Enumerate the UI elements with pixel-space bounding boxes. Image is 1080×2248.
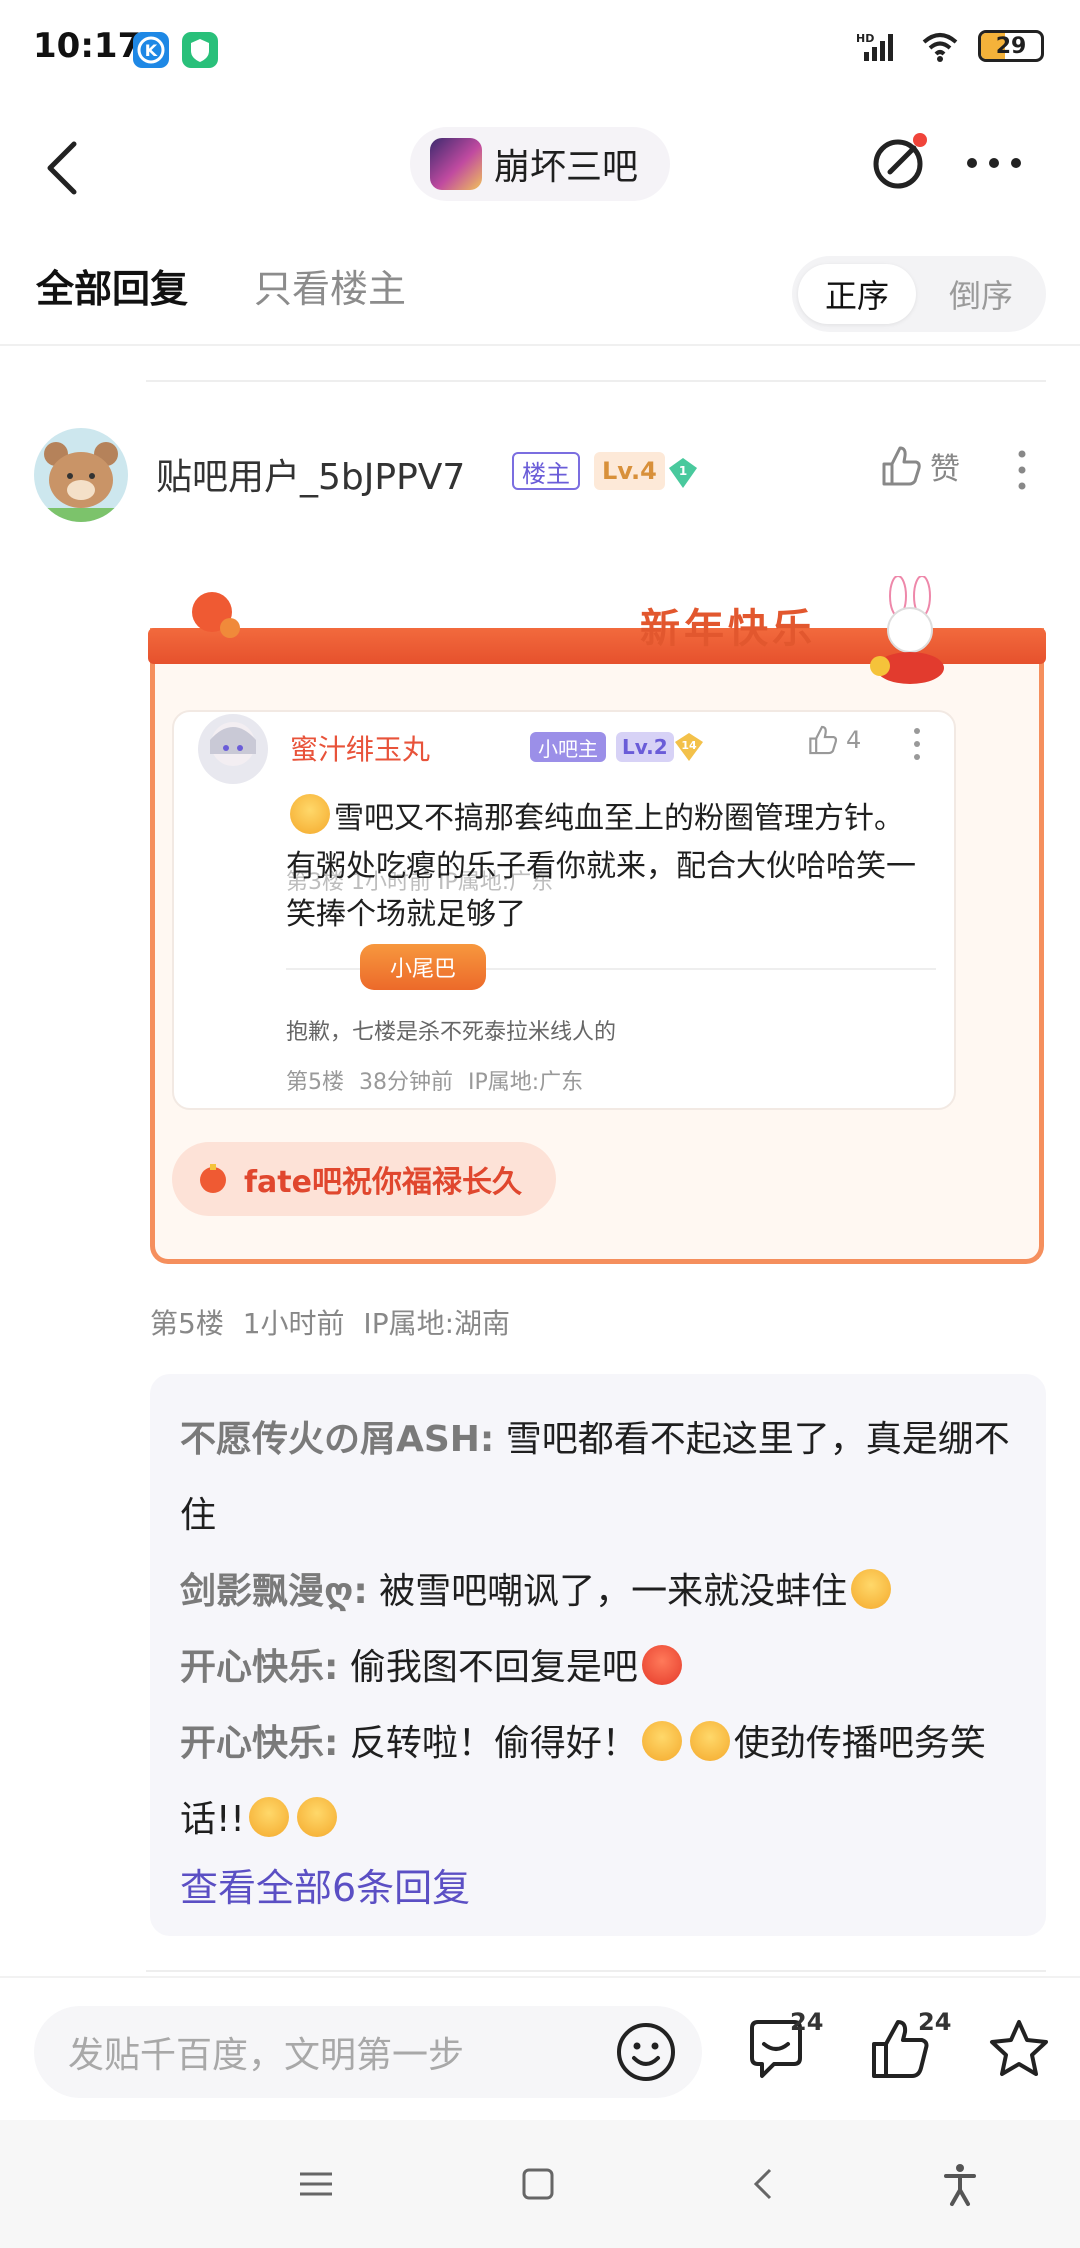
more-options-icon[interactable] [962,148,1026,178]
view-all-replies-link[interactable]: 查看全部6条回复 [180,1858,1016,1918]
compose-edit-icon[interactable] [868,130,932,194]
back-icon[interactable] [740,2160,788,2208]
svg-text:K: K [145,41,158,60]
notification-app-icon-green [182,32,218,68]
like-count: 24 [918,2008,952,2036]
quoted-level-badge: Lv.2 [616,732,674,762]
accessibility-icon[interactable] [936,2160,984,2208]
thumbs-up-icon [809,725,838,755]
quoted-gem-level: 14 [681,739,697,752]
reply-input[interactable]: 发贴千百度，文明第一步 [34,2006,702,2098]
reply-placeholder: 发贴千百度，文明第一步 [68,2035,465,2076]
back-arrow-icon[interactable] [38,138,88,198]
gem-badge-icon: 1 [669,458,697,488]
quoted-content-text: 雪吧又不搞那套纯血至上的粉圈管理方针。有粥处吃瘪的乐子看你就来，配合大伙哈哈笑一… [286,801,916,932]
menu-icon[interactable] [292,2160,340,2208]
laugh-emoji-icon [851,1569,892,1609]
quoted-like-button[interactable]: 4 [806,724,861,756]
sort-order-toggle: 正序 倒序 [792,256,1046,332]
battery-level: 29 [995,33,1027,59]
grin-emoji-icon [689,1721,730,1761]
status-time: 10:17 [33,26,142,66]
signal-icon: HD [856,32,893,61]
sub-replies-panel: 不愿传火の屑ASH: 雪吧都看不起这里了，真是绷不住 剑影飘漫ღ: 被雪吧嘲讽了… [150,1374,1046,1936]
notification-app-icon-blue: K [133,32,169,68]
home-icon[interactable] [514,2160,562,2208]
blessing-pill[interactable]: fate吧祝你福禄长久 [172,1142,556,1216]
quoted-user-avatar[interactable] [198,714,268,784]
grin-emoji-icon [248,1797,289,1837]
quoted-username[interactable]: 蜜汁绯玉丸 [290,728,430,768]
sub-reply-author[interactable]: 开心快乐: [180,1723,338,1764]
quoted-menu-icon[interactable] [910,726,924,762]
reply-filter-tabs: 全部回复 只看楼主 正序 倒序 [0,240,1080,346]
floor-meta: 第5楼 1小时前 IP属地:湖南 [150,1307,511,1340]
gem-level: 1 [679,464,687,478]
emoji-picker-icon[interactable] [614,2020,678,2084]
level-badge: Lv.4 [594,452,665,490]
sub-reply[interactable]: 不愿传火の屑ASH: 雪吧都看不起这里了，真是绷不住 [180,1402,1016,1554]
quoted-content: 雪吧又不搞那套纯血至上的粉圈管理方针。有粥处吃瘪的乐子看你就来，配合大伙哈哈笑一… [286,794,926,939]
svg-text:HD: HD [856,32,874,45]
tail-badge: 小尾巴 [360,944,487,990]
post-username[interactable]: 贴吧用户_5bJPPV7 [156,448,465,500]
sub-reply-text: 反转啦！偷得好！ [338,1723,638,1764]
quoted-gem-badge-icon: 14 [675,733,703,761]
tab-all-replies[interactable]: 全部回复 [36,258,188,313]
angry-emoji-icon [641,1645,682,1685]
sub-reply-author[interactable]: 不愿传火の屑ASH: [180,1419,494,1460]
sub-reply[interactable]: 剑影飘漫ღ: 被雪吧嘲讽了，一来就没蚌住 [180,1554,1016,1630]
quoted-reply-card[interactable]: 蜜汁绯玉丸 小吧主 Lv.2 14 4 第3楼 1小时前 IP属地:广东 雪吧又… [172,710,956,1110]
forum-name: 崩坏三吧 [494,147,639,188]
status-bar: 10:17 K HD 29 [0,0,1080,100]
blessing-lantern-icon [200,1164,226,1193]
grin-emoji-icon [641,1721,682,1761]
divider [146,1970,1046,1972]
user-avatar[interactable] [34,428,128,522]
post-menu-icon[interactable] [1012,448,1032,492]
tab-owner-only[interactable]: 只看楼主 [254,258,406,313]
forum-avatar [430,138,482,190]
quoted-like-count: 4 [846,726,862,754]
favorite-star-icon[interactable] [984,2014,1054,2084]
thumbs-up-icon [882,446,921,486]
sub-reply-text: 被雪吧嘲讽了，一来就没蚌住 [367,1571,848,1612]
forum-title-pill[interactable]: 崩坏三吧 [410,127,670,201]
top-header: 崩坏三吧 [0,100,1080,230]
post-like-button[interactable]: 赞 [878,444,960,488]
divider [146,380,1046,382]
system-nav-bar [0,2120,1080,2248]
grin-emoji-icon [296,1797,337,1837]
status-right: HD 29 [856,30,1044,62]
quoted-signature: 抱歉，七楼是杀不死泰拉米线人的 [286,1020,617,1045]
sort-ascending-button[interactable]: 正序 [798,264,916,324]
lantern-icon [192,592,240,638]
like-label: 赞 [930,452,960,487]
wifi-icon [922,33,958,62]
quoted-meta: 第5楼 38分钟前 IP属地:广东 [286,1070,584,1095]
reply-bar: 发贴千百度，文明第一步 24 24 [0,1976,1080,2120]
sub-reply-author[interactable]: 剑影飘漫ღ: [180,1571,368,1612]
card-title: 新年快乐 [640,605,816,652]
rabbit-decoration-icon [870,576,944,684]
admin-badge: 小吧主 [530,732,606,762]
comment-count: 24 [790,2008,824,2036]
sort-descending-button[interactable]: 倒序 [922,264,1040,324]
sub-reply[interactable]: 开心快乐: 偷我图不回复是吧 [180,1630,1016,1706]
sub-reply-author[interactable]: 开心快乐: [180,1647,338,1688]
blessing-text: fate吧祝你福禄长久 [244,1165,522,1200]
sub-reply-text: 偷我图不回复是吧 [338,1647,638,1688]
owner-badge: 楼主 [512,452,580,490]
battery-indicator: 29 [978,30,1044,62]
smile-emoji-icon [290,794,330,834]
sub-reply[interactable]: 开心快乐: 反转啦！偷得好！ 使劲传播吧务笑话!! [180,1706,1016,1858]
